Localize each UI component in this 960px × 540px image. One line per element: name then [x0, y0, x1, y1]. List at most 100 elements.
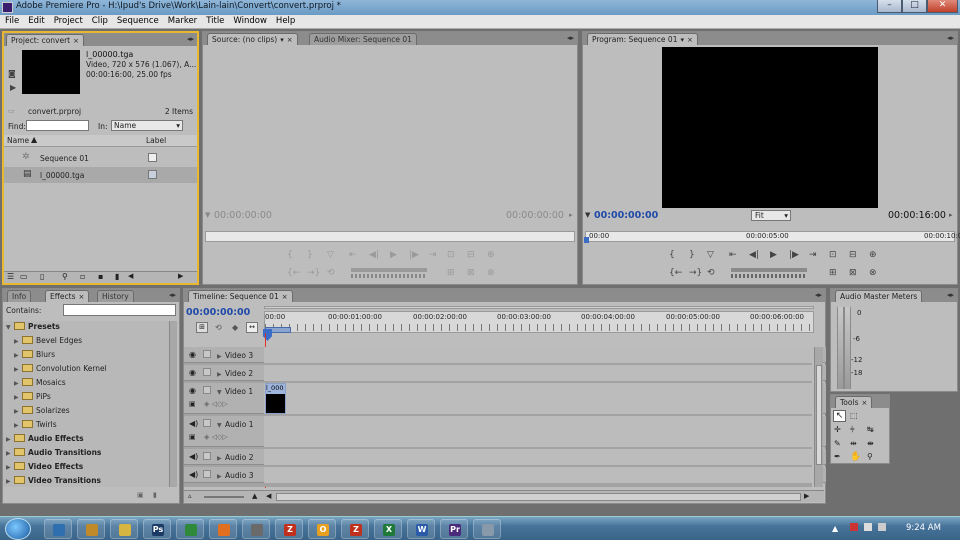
taskbar-app-8[interactable]: O — [308, 519, 336, 539]
program-playhead[interactable] — [584, 237, 589, 243]
track-content[interactable] — [264, 467, 814, 483]
tab-tools[interactable]: Tools × — [835, 396, 873, 408]
collapse-triangle-icon[interactable]: ▼ — [217, 422, 225, 429]
mark-out-icon[interactable]: } — [307, 250, 313, 260]
timeline-timecode[interactable]: 00:00:00:00 — [186, 307, 250, 318]
clock[interactable]: 9:24 AM — [906, 523, 941, 533]
lock-toggle[interactable] — [203, 350, 211, 358]
eye-icon[interactable]: ◉ — [189, 368, 196, 377]
razor-tool-icon[interactable]: ✎ — [834, 439, 841, 448]
step-back-icon[interactable]: ⇤ — [349, 250, 357, 260]
name-column-header[interactable]: Name — [7, 136, 29, 145]
menu-project[interactable]: Project — [49, 15, 87, 26]
scroll-left-icon[interactable]: ◀ — [266, 492, 271, 500]
lock-toggle[interactable] — [203, 368, 211, 376]
rolling-edit-tool-icon[interactable]: ⫩ — [850, 425, 855, 435]
prev-frame-icon[interactable]: ◀| — [749, 250, 759, 260]
track-content[interactable] — [264, 416, 814, 447]
play-button[interactable]: ▶ — [390, 250, 397, 260]
label-column-header[interactable]: Label — [146, 136, 166, 145]
track-content[interactable] — [264, 449, 814, 465]
tree-item-video-transitions[interactable]: ▶ Video Transitions — [6, 476, 101, 489]
lock-toggle[interactable] — [203, 452, 211, 460]
program-duration[interactable]: 00:00:16:00 — [888, 210, 946, 221]
output-icon[interactable]: ⊗ — [487, 268, 495, 278]
tab-project[interactable]: Project: convert × — [6, 34, 84, 46]
scrollbar-thumb[interactable] — [816, 365, 822, 465]
timeline-horizontal-scrollbar[interactable] — [276, 493, 801, 501]
menu-title[interactable]: Title — [201, 15, 228, 26]
menu-help[interactable]: Help — [271, 15, 299, 26]
source-time-ruler[interactable] — [205, 231, 575, 242]
safe-margins-icon[interactable]: ⊠ — [467, 268, 475, 278]
close-icon[interactable]: × — [73, 36, 79, 47]
prev-frame-icon[interactable]: ◀| — [369, 250, 379, 260]
slide-tool-icon[interactable]: ⇼ — [867, 439, 874, 448]
program-timecode[interactable]: 00:00:00:00 — [594, 210, 658, 221]
find-icon[interactable]: ⚲ — [62, 272, 68, 281]
lift-icon[interactable]: ⊡ — [829, 250, 837, 260]
tree-item-pips[interactable]: ▶ PiPs — [14, 392, 51, 405]
minimize-button[interactable]: – — [877, 0, 902, 13]
zoom-select[interactable]: Fit ▾ — [751, 210, 791, 221]
label-swatch[interactable] — [148, 170, 157, 179]
chevron-down-icon[interactable]: ▾ — [680, 35, 684, 46]
next-frame-icon[interactable]: |▶ — [789, 250, 799, 260]
ripple-edit-tool-icon[interactable]: ✛ — [834, 425, 841, 434]
step-back-icon[interactable]: ⇤ — [729, 250, 737, 260]
tree-item-bevel-edges[interactable]: ▶ Bevel Edges — [14, 336, 82, 349]
overlay-icon[interactable]: ⊟ — [467, 250, 475, 260]
zoom-in-icon[interactable]: ▲ — [252, 492, 257, 500]
shuttle-slider[interactable] — [351, 268, 427, 272]
delete-icon[interactable]: ▮ — [115, 272, 119, 281]
scroll-right-icon[interactable]: ▶ — [804, 492, 809, 500]
keyframe-icon[interactable]: ▣ — [189, 433, 196, 441]
next-frame-icon[interactable]: |▶ — [409, 250, 419, 260]
taskbar-app-7[interactable]: Z — [275, 519, 303, 539]
icon-view-icon[interactable]: ▭ — [20, 272, 28, 281]
timeline-ruler[interactable]: 00:00 00:00:01:00:00 00:00:02:00:00 00:0… — [264, 311, 814, 333]
taskbar-app-13[interactable] — [473, 519, 501, 539]
taskbar-app-11[interactable]: W — [407, 519, 435, 539]
trim-icon[interactable]: ⊞ — [829, 268, 837, 278]
marker-icon[interactable]: ▽ — [327, 250, 334, 260]
track-select-tool-icon[interactable]: ⬚ — [850, 411, 858, 420]
keyframe-nav-icon[interactable]: ◈ ◁◇▷ — [204, 400, 228, 408]
expand-triangle-icon[interactable]: ▶ — [217, 371, 225, 378]
lock-toggle[interactable] — [203, 386, 211, 394]
tab-program[interactable]: Program: Sequence 01 ▾ × — [587, 33, 698, 45]
work-area-bar[interactable] — [264, 306, 814, 309]
keyframe-icon[interactable]: ▣ — [189, 400, 196, 408]
close-icon[interactable]: × — [79, 292, 85, 303]
eye-icon[interactable]: ◉ — [189, 350, 196, 359]
in-select[interactable]: Name ▾ — [111, 120, 183, 131]
loop-icon[interactable]: ⟲ — [327, 268, 335, 278]
tree-item-audio-effects[interactable]: ▶ Audio Effects — [6, 434, 84, 447]
label-swatch[interactable] — [148, 153, 157, 162]
menu-sequence[interactable]: Sequence — [112, 15, 163, 26]
play-button[interactable]: ▶ — [770, 250, 777, 260]
extract-icon[interactable]: ⊟ — [849, 250, 857, 260]
selection-tool-icon[interactable]: ↖ — [833, 410, 846, 422]
play-icon[interactable]: ▶ — [10, 83, 16, 92]
taskbar-app-9[interactable]: Z — [341, 519, 369, 539]
close-icon[interactable]: × — [287, 35, 293, 46]
new-bin-icon[interactable]: ▫ — [80, 272, 85, 281]
tree-item-video-effects[interactable]: ▶ Video Effects — [6, 462, 83, 475]
loop-icon[interactable]: ⟲ — [707, 268, 715, 278]
mark-in-icon[interactable]: { — [287, 250, 293, 260]
tab-timeline[interactable]: Timeline: Sequence 01 × — [188, 290, 293, 302]
scroll-right-icon[interactable]: ▶ — [178, 272, 183, 280]
zoom-fit-icon[interactable]: ↔ — [246, 322, 258, 333]
step-forward-icon[interactable]: ⇥ — [809, 250, 817, 260]
tab-info[interactable]: Info — [7, 290, 32, 302]
track-video-2[interactable]: ◉ ▶ Video 2 — [184, 365, 826, 381]
expand-triangle-icon[interactable]: ▶ — [217, 455, 225, 462]
close-icon[interactable]: × — [282, 292, 288, 303]
taskbar-app-3[interactable]: Ps — [143, 519, 171, 539]
tab-audio-mixer[interactable]: Audio Mixer: Sequence 01 — [309, 33, 417, 45]
taskbar-app-10[interactable]: X — [374, 519, 402, 539]
pen-tool-icon[interactable]: ✒ — [834, 452, 841, 461]
tray-flag-icon[interactable] — [850, 523, 858, 531]
collapse-triangle-icon[interactable]: ▼ — [217, 389, 225, 396]
